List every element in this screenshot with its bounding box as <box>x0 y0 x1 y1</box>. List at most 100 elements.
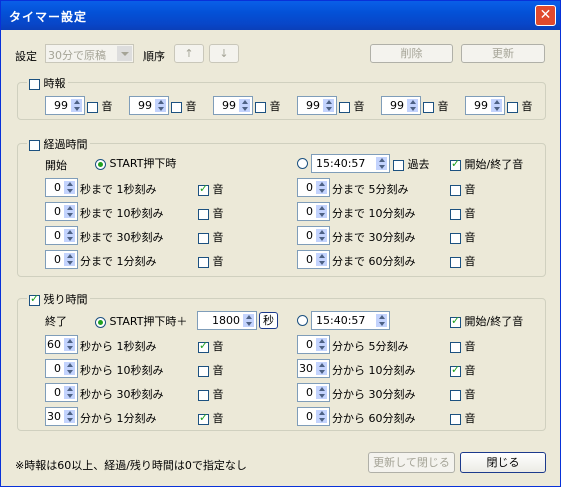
remaining-sound-checkbox[interactable]: 音 <box>198 410 224 426</box>
jiho-value: 99 <box>390 99 404 112</box>
jiho-sound-checkbox[interactable]: 音 <box>255 98 281 114</box>
jiho-value-stepper[interactable]: 99 <box>213 96 253 115</box>
elapsed-interval-label: 秒まで 10秒刻み <box>80 207 164 220</box>
remaining-sound-checkbox[interactable]: 音 <box>450 410 476 426</box>
jiho-value-stepper[interactable]: 99 <box>45 96 85 115</box>
jiho-checkbox[interactable] <box>29 78 40 90</box>
setting-select[interactable]: 30分で原稿 <box>45 44 134 63</box>
elapsed-left-stepper[interactable]: 0 <box>45 202 78 221</box>
elapsed-radio-time[interactable] <box>297 156 308 169</box>
remaining-sound-label: 音 <box>212 388 224 401</box>
remaining-left-stepper[interactable]: 60 <box>45 335 78 354</box>
elapsed-left-stepper[interactable]: 0 <box>45 250 78 269</box>
remaining-right-stepper[interactable]: 0 <box>297 335 330 354</box>
remaining-checkbox[interactable] <box>29 292 40 306</box>
update-and-close-button[interactable]: 更新して閉じる <box>368 452 455 473</box>
elapsed-right-stepper[interactable]: 0 <box>297 250 330 269</box>
elapsed-stepper-value: 0 <box>306 181 313 194</box>
jiho-sound-checkbox[interactable]: 音 <box>171 98 197 114</box>
spin-arrows-icon <box>238 98 251 113</box>
close-window-button[interactable]: ✕ <box>535 5 556 26</box>
remaining-radio-start-label: START押下時＋ <box>109 315 188 328</box>
remaining-sound-checkbox[interactable]: 音 <box>198 362 224 378</box>
remaining-right-stepper[interactable]: 30 <box>297 359 330 378</box>
move-down-button[interactable]: ↓ <box>209 44 239 63</box>
elapsed-left-stepper[interactable]: 0 <box>45 226 78 245</box>
jiho-value: 99 <box>138 99 152 112</box>
seconds-unit-button[interactable]: 秒 <box>259 312 278 329</box>
elapsed-sound-checkbox[interactable]: 音 <box>198 253 224 269</box>
elapsed-interval-label: 秒まで 1秒刻み <box>80 183 157 196</box>
elapsed-group-title[interactable]: 経過時間 <box>27 136 90 152</box>
checkbox-icon <box>450 232 461 244</box>
elapsed-past-checkbox[interactable]: 過去 <box>393 156 430 172</box>
checkbox-icon <box>450 341 461 353</box>
setting-label: 設定 <box>15 50 37 63</box>
remaining-sound-checkbox[interactable]: 音 <box>450 338 476 354</box>
jiho-sound-checkbox[interactable]: 音 <box>423 98 449 114</box>
elapsed-startend-checkbox[interactable]: 開始/終了音 <box>450 156 523 172</box>
elapsed-interval-label: 分まで 30分刻み <box>332 231 416 244</box>
elapsed-sound-checkbox[interactable]: 音 <box>450 205 476 221</box>
elapsed-sound-label: 音 <box>464 255 476 268</box>
checkbox-icon <box>198 411 209 425</box>
elapsed-sound-checkbox[interactable]: 音 <box>198 205 224 221</box>
jiho-value-stepper[interactable]: 99 <box>297 96 337 115</box>
remaining-sound-checkbox[interactable]: 音 <box>450 362 476 378</box>
remaining-time-stepper[interactable]: 15:40:57 <box>311 311 390 330</box>
spin-arrows-icon <box>490 98 503 113</box>
spin-arrows-icon <box>315 228 328 243</box>
remaining-startend-checkbox[interactable]: 開始/終了音 <box>450 313 523 329</box>
elapsed-checkbox[interactable] <box>29 139 40 151</box>
elapsed-right-stepper[interactable]: 0 <box>297 202 330 221</box>
elapsed-time-stepper[interactable]: 15:40:57 <box>311 154 390 173</box>
remaining-group-title[interactable]: 残り時間 <box>27 291 90 307</box>
checkbox-icon <box>198 208 209 220</box>
checkbox-icon <box>255 101 266 113</box>
close-button[interactable]: 閉じる <box>460 452 546 473</box>
elapsed-sound-checkbox[interactable]: 音 <box>450 229 476 245</box>
remaining-right-stepper[interactable]: 0 <box>297 407 330 426</box>
elapsed-interval-label: 分まで 10分刻み <box>332 207 416 220</box>
spin-arrows-icon <box>242 313 255 328</box>
elapsed-sound-label: 音 <box>464 207 476 220</box>
spin-arrows-icon <box>375 313 388 328</box>
elapsed-right-stepper[interactable]: 0 <box>297 178 330 197</box>
remaining-seconds-stepper[interactable]: 1800 <box>197 311 257 330</box>
radio-icon <box>297 157 308 169</box>
elapsed-radio-start[interactable]: START押下時 <box>95 155 176 171</box>
remaining-right-stepper[interactable]: 0 <box>297 383 330 402</box>
elapsed-sound-checkbox[interactable]: 音 <box>450 253 476 269</box>
remaining-left-stepper[interactable]: 0 <box>45 359 78 378</box>
jiho-sound-checkbox[interactable]: 音 <box>87 98 113 114</box>
jiho-sound-checkbox[interactable]: 音 <box>339 98 365 114</box>
jiho-sound-checkbox[interactable]: 音 <box>507 98 533 114</box>
elapsed-left-stepper[interactable]: 0 <box>45 178 78 197</box>
remaining-left-stepper[interactable]: 0 <box>45 383 78 402</box>
remaining-sound-checkbox[interactable]: 音 <box>450 386 476 402</box>
spin-arrows-icon <box>63 252 76 267</box>
update-button[interactable]: 更新 <box>461 44 545 63</box>
remaining-sound-checkbox[interactable]: 音 <box>198 338 224 354</box>
remaining-stepper-value: 30 <box>299 362 313 375</box>
remaining-radio-start[interactable]: START押下時＋ <box>95 313 187 329</box>
move-up-button[interactable]: ↑ <box>174 44 204 63</box>
jiho-value-stepper[interactable]: 99 <box>465 96 505 115</box>
remaining-radio-time[interactable] <box>297 313 308 326</box>
remaining-interval-label: 秒から 30秒刻み <box>80 388 164 401</box>
jiho-value-stepper[interactable]: 99 <box>381 96 421 115</box>
remaining-time-value: 15:40:57 <box>316 314 366 327</box>
jiho-group-title[interactable]: 時報 <box>27 75 68 91</box>
elapsed-sound-checkbox[interactable]: 音 <box>450 181 476 197</box>
elapsed-sound-checkbox[interactable]: 音 <box>198 229 224 245</box>
elapsed-sound-checkbox[interactable]: 音 <box>198 181 224 197</box>
elapsed-right-stepper[interactable]: 0 <box>297 226 330 245</box>
jiho-value-stepper[interactable]: 99 <box>129 96 169 115</box>
radio-icon <box>297 314 308 326</box>
footer-note: ※時報は60以上、経過/残り時間は0で指定なし <box>15 459 247 472</box>
remaining-sound-checkbox[interactable]: 音 <box>198 386 224 402</box>
elapsed-startend-label: 開始/終了音 <box>464 158 524 171</box>
remaining-left-stepper[interactable]: 30 <box>45 407 78 426</box>
spin-arrows-icon <box>63 409 76 424</box>
delete-button[interactable]: 削除 <box>370 44 453 63</box>
